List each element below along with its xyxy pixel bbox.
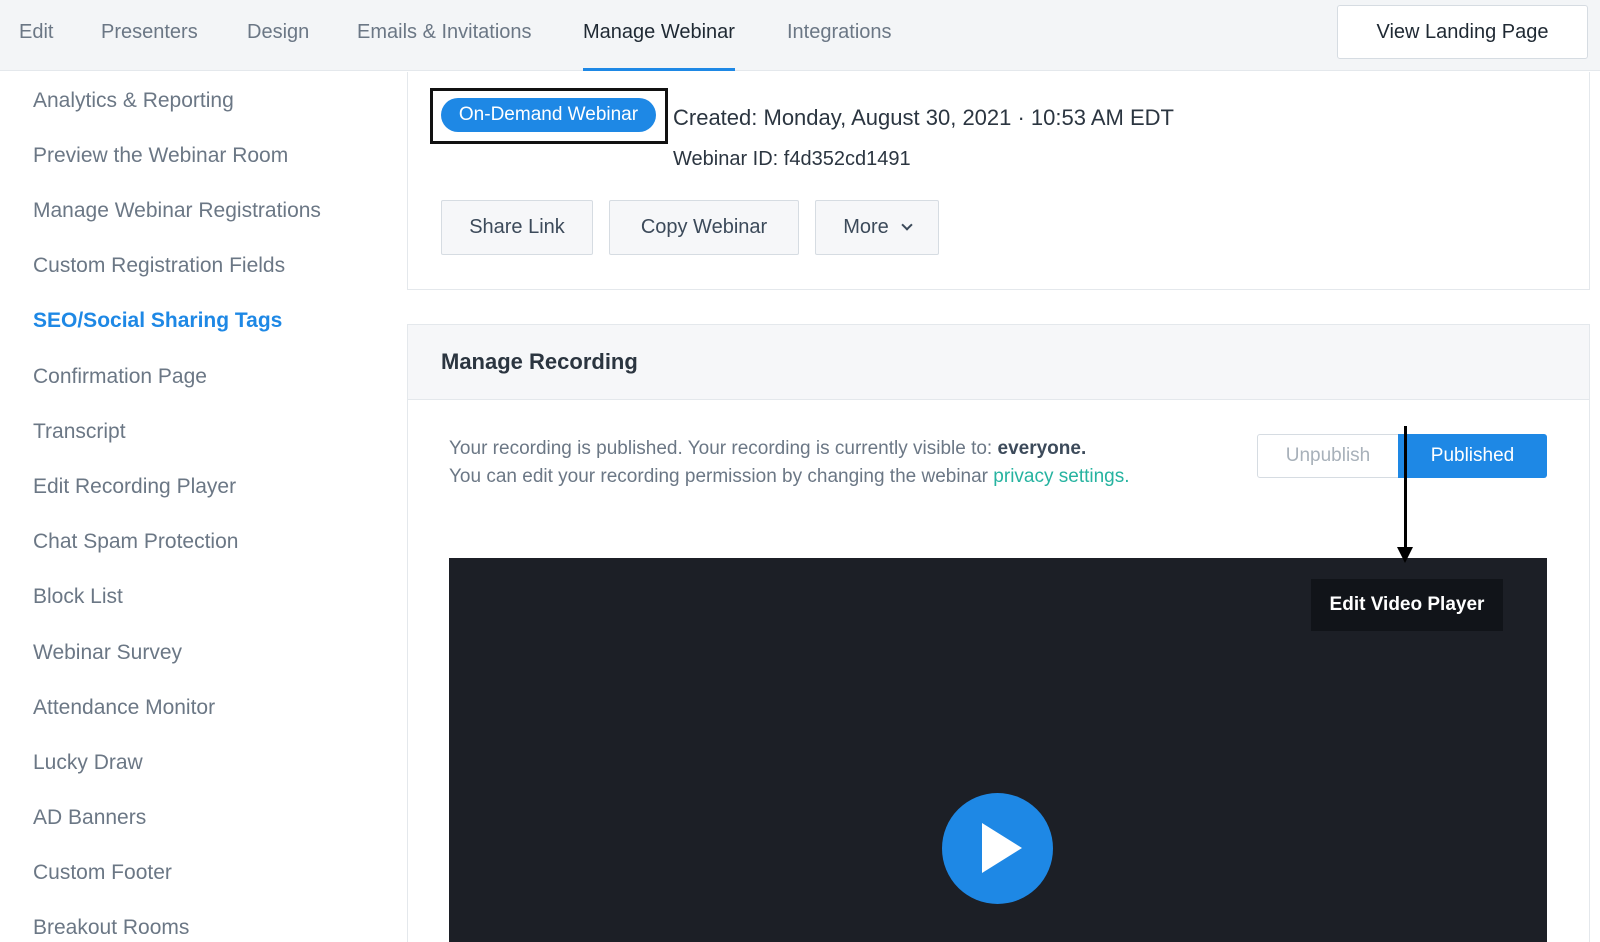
unpublish-button[interactable]: Unpublish [1257, 434, 1399, 478]
top-navigation: Edit Presenters Design Emails & Invitati… [0, 0, 1600, 71]
manage-recording-header: Manage Recording [408, 325, 1589, 400]
sidebar-item-edit-recording-player[interactable]: Edit Recording Player [33, 475, 236, 499]
play-icon [982, 823, 1022, 873]
sidebar-item-custom-registration-fields[interactable]: Custom Registration Fields [33, 254, 285, 278]
manage-recording-title: Manage Recording [441, 349, 638, 374]
tab-presenters[interactable]: Presenters [101, 0, 198, 71]
sidebar-item-attendance-monitor[interactable]: Attendance Monitor [33, 696, 215, 720]
recording-status-line2: You can edit your recording permission b… [449, 466, 994, 487]
sidebar-item-ad-banners[interactable]: AD Banners [33, 806, 146, 830]
tab-emails-invitations[interactable]: Emails & Invitations [357, 0, 532, 71]
sidebar-item-block-list[interactable]: Block List [33, 585, 123, 609]
copy-webinar-button[interactable]: Copy Webinar [609, 200, 799, 255]
tab-edit[interactable]: Edit [19, 0, 53, 71]
recording-status-text: Your recording is published. Your record… [449, 435, 1130, 491]
sidebar-item-webinar-survey[interactable]: Webinar Survey [33, 641, 182, 665]
webinar-id: Webinar ID: f4d352cd1491 [673, 148, 911, 170]
sidebar-item-seo-social-sharing-tags[interactable]: SEO/Social Sharing Tags [33, 309, 282, 333]
chevron-down-icon [901, 219, 913, 231]
tab-manage-webinar[interactable]: Manage Webinar [583, 0, 735, 71]
sidebar-item-custom-footer[interactable]: Custom Footer [33, 861, 172, 885]
edit-video-player-button[interactable]: Edit Video Player [1311, 579, 1503, 631]
tab-design[interactable]: Design [247, 0, 309, 71]
annotation-arrow-head-icon [1397, 547, 1413, 563]
annotation-arrow-line [1404, 426, 1407, 549]
sidebar-item-confirmation-page[interactable]: Confirmation Page [33, 365, 207, 389]
sidebar-item-chat-spam-protection[interactable]: Chat Spam Protection [33, 530, 238, 554]
published-button[interactable]: Published [1398, 434, 1547, 478]
tab-integrations[interactable]: Integrations [787, 0, 892, 71]
more-label: More [843, 216, 889, 238]
created-timestamp: Created: Monday, August 30, 2021 · 10:53… [673, 105, 1174, 130]
sidebar-item-analytics-reporting[interactable]: Analytics & Reporting [33, 89, 234, 113]
recording-status-line1: Your recording is published. Your record… [449, 438, 998, 459]
sidebar-item-transcript[interactable]: Transcript [33, 420, 126, 444]
play-button[interactable] [942, 793, 1053, 904]
share-link-button[interactable]: Share Link [441, 200, 593, 255]
on-demand-badge: On-Demand Webinar [441, 98, 656, 132]
more-button[interactable]: More [815, 200, 939, 255]
visibility-value: everyone. [997, 438, 1087, 459]
sidebar-item-manage-registrations[interactable]: Manage Webinar Registrations [33, 199, 321, 223]
sidebar: Analytics & Reporting Preview the Webina… [0, 72, 400, 942]
privacy-settings-link[interactable]: privacy settings. [993, 466, 1129, 487]
view-landing-page-button[interactable]: View Landing Page [1337, 5, 1588, 59]
sidebar-item-preview-webinar-room[interactable]: Preview the Webinar Room [33, 144, 288, 168]
sidebar-item-lucky-draw[interactable]: Lucky Draw [33, 751, 143, 775]
sidebar-item-breakout-rooms[interactable]: Breakout Rooms [33, 916, 189, 940]
